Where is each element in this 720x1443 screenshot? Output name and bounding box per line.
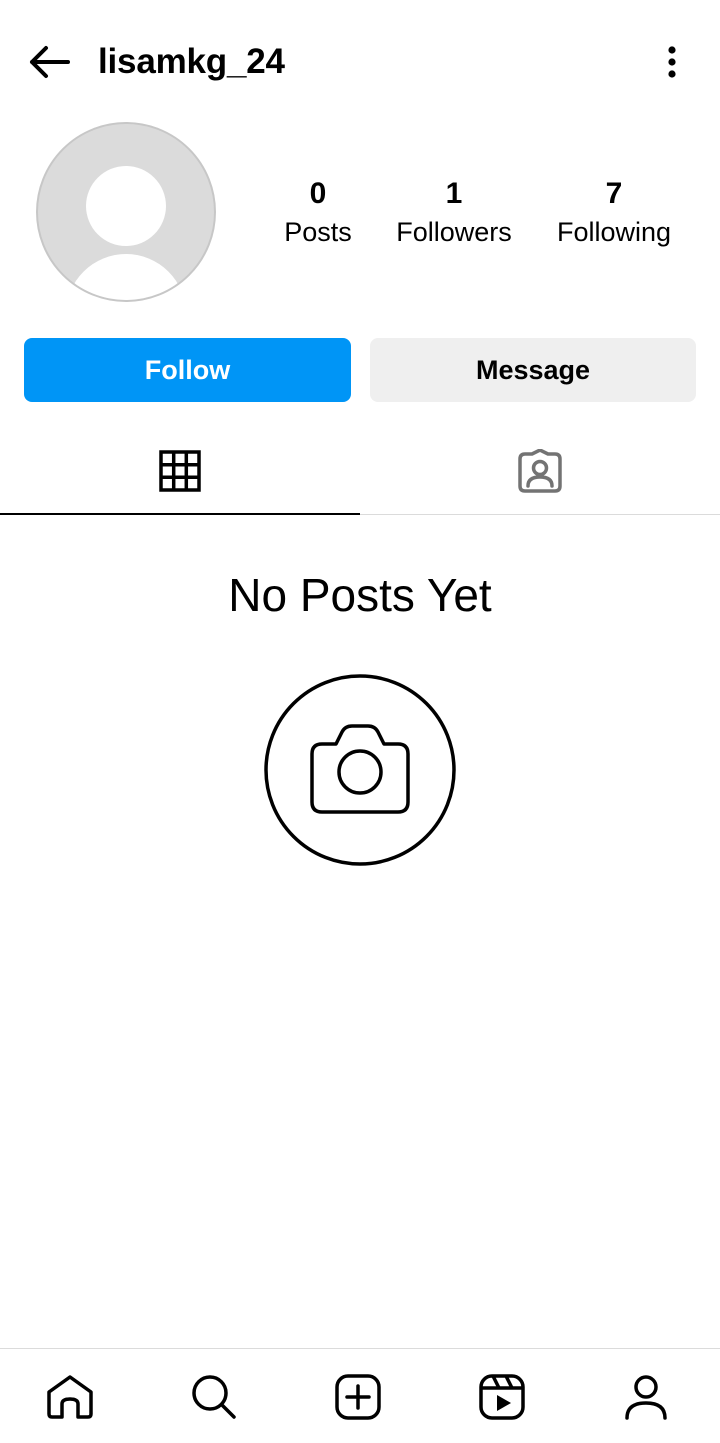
search-icon: [192, 1375, 236, 1419]
profile-username: lisamkg_24: [98, 42, 285, 81]
profile-icon: [625, 1375, 667, 1420]
nav-home[interactable]: [40, 1367, 100, 1427]
message-button[interactable]: Message: [370, 338, 696, 402]
tab-posts-grid[interactable]: [0, 428, 360, 515]
default-avatar-body: [66, 254, 186, 300]
posts-count: 0: [309, 177, 327, 210]
posts-label: Posts: [284, 217, 352, 247]
followers-label: Followers: [396, 217, 512, 247]
tagged-icon: [518, 449, 562, 493]
following-count: 7: [605, 177, 623, 210]
bottom-navigation: [0, 1348, 720, 1443]
more-options-button[interactable]: [648, 38, 696, 86]
nav-create[interactable]: [328, 1367, 388, 1427]
following-label: Following: [556, 217, 672, 247]
followers-stat[interactable]: 1 Followers: [384, 176, 524, 250]
top-bar: lisamkg_24: [0, 0, 720, 124]
nav-reels[interactable]: [472, 1367, 532, 1427]
following-stat[interactable]: 7 Following: [544, 176, 684, 250]
nav-search[interactable]: [184, 1367, 244, 1427]
tab-tagged[interactable]: [360, 428, 720, 514]
profile-tabs: [0, 428, 720, 515]
follow-button[interactable]: Follow: [24, 338, 351, 402]
posts-stat[interactable]: 0 Posts: [268, 176, 368, 250]
more-vertical-icon: [668, 46, 676, 78]
back-button[interactable]: [20, 38, 76, 86]
empty-state-title: No Posts Yet: [228, 569, 492, 621]
arrow-left-icon: [30, 46, 70, 78]
camera-icon: [264, 674, 456, 866]
create-icon: [335, 1374, 381, 1420]
profile-avatar[interactable]: [36, 122, 216, 302]
followers-count: 1: [445, 177, 463, 210]
grid-icon: [159, 449, 201, 492]
home-icon: [47, 1375, 93, 1419]
default-avatar-icon: [86, 166, 166, 246]
reels-icon: [479, 1374, 525, 1420]
nav-profile[interactable]: [616, 1367, 676, 1427]
